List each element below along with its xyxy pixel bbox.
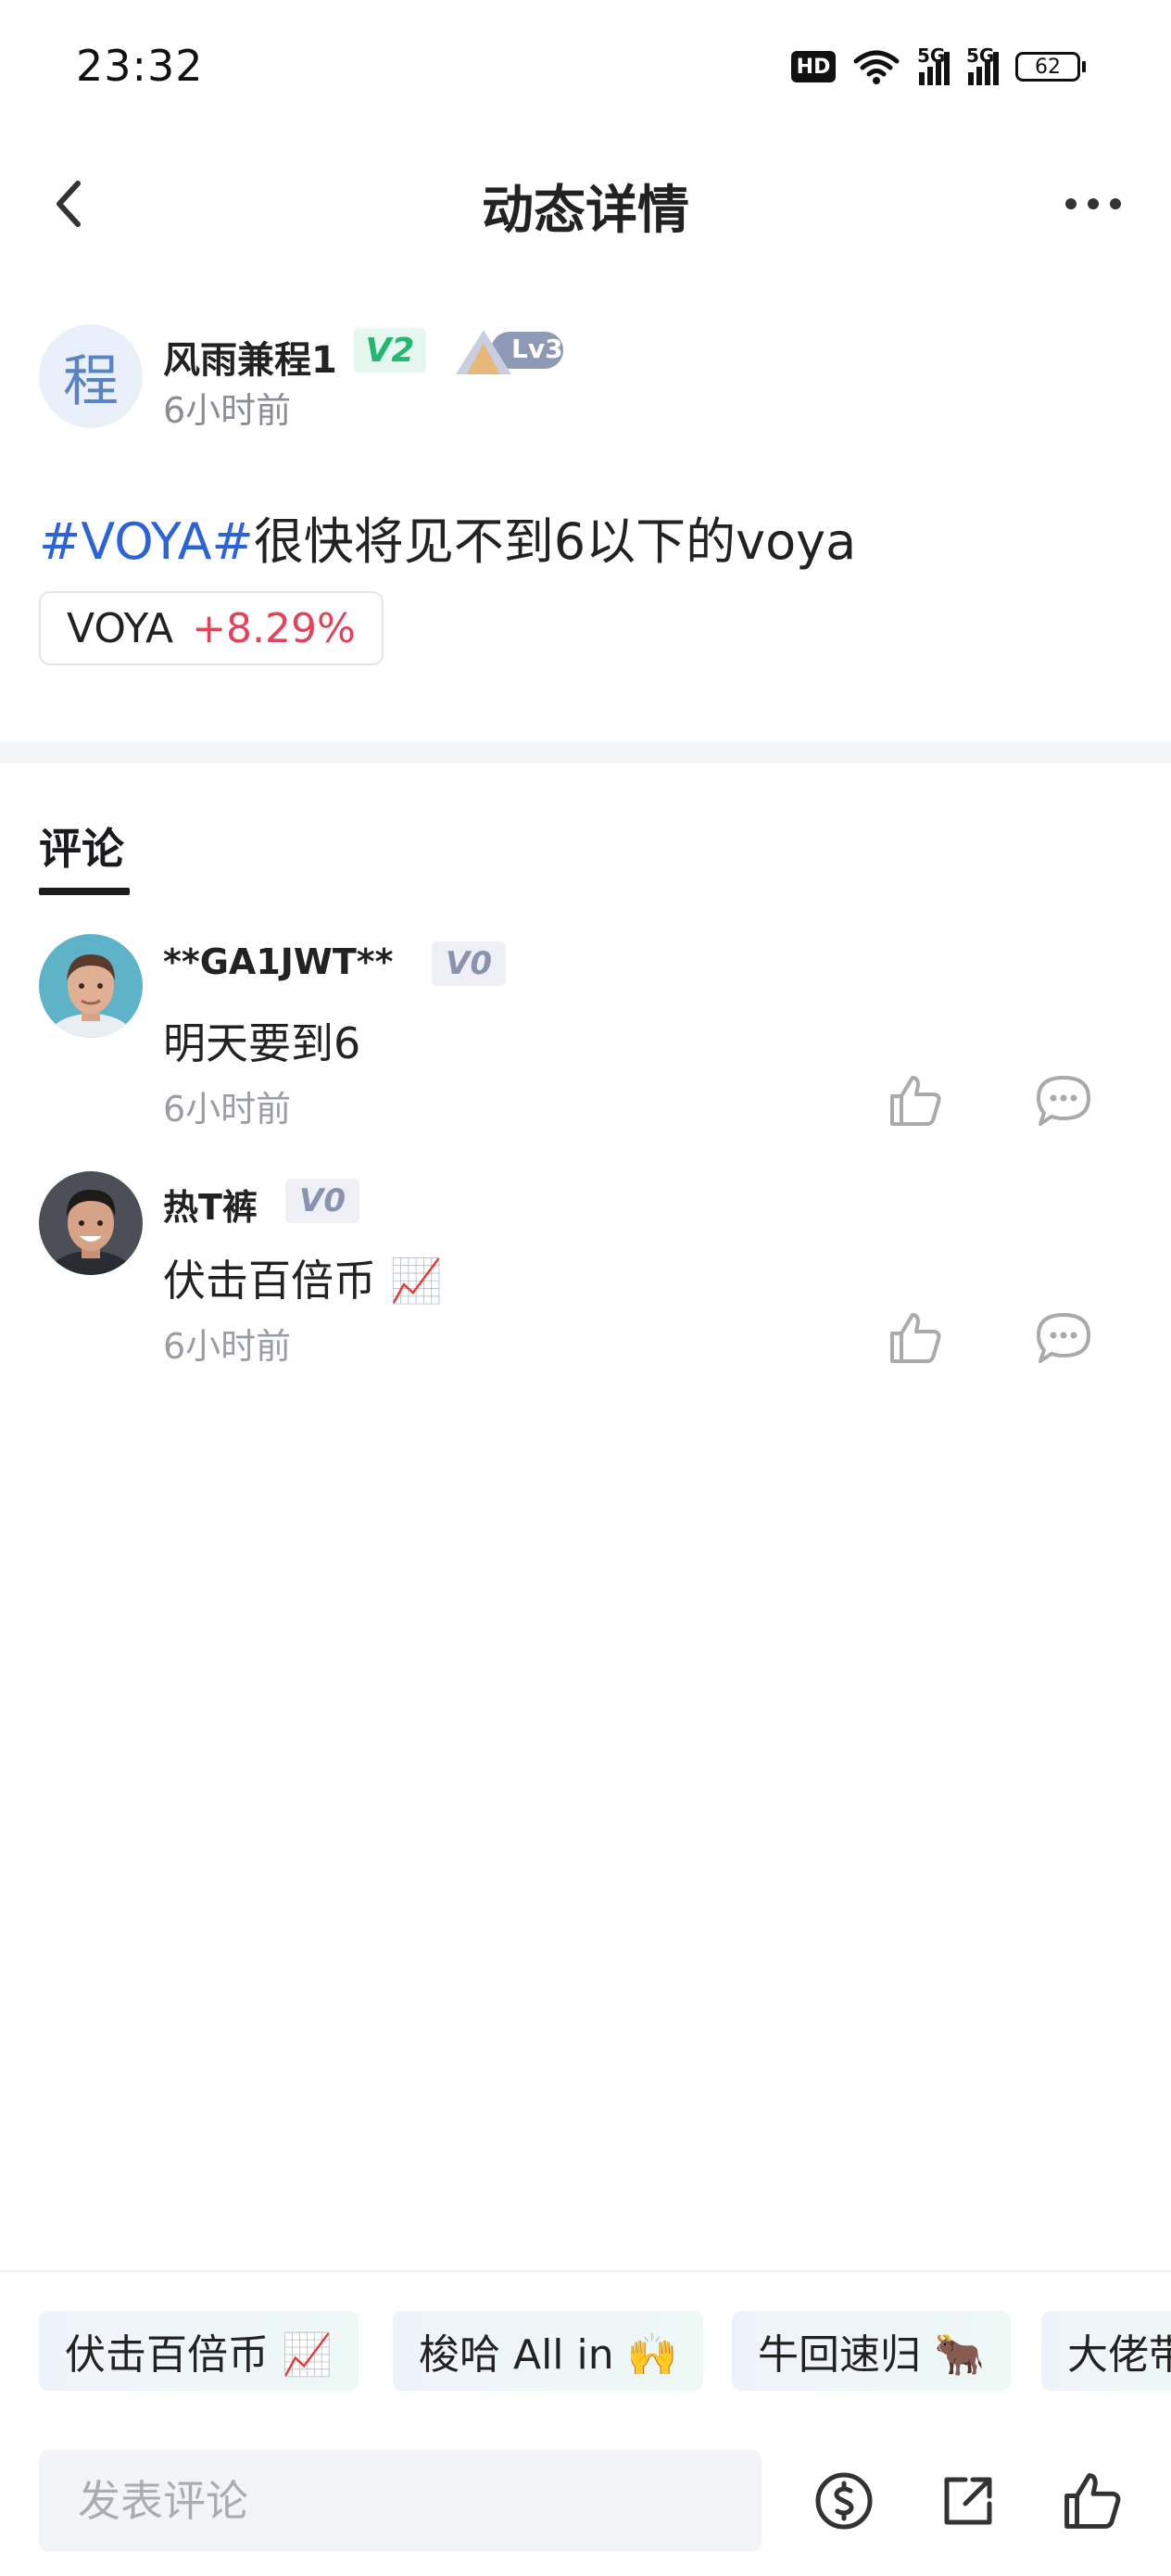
network-label-1: 5G: [917, 44, 946, 67]
tip-button[interactable]: [802, 2459, 886, 2543]
signal-1-icon: 5G: [917, 44, 950, 85]
hd-label: HD: [796, 55, 831, 79]
vip-badge: V2: [354, 328, 426, 373]
tab-comments[interactable]: 评论: [39, 815, 124, 877]
section-divider: [0, 741, 1171, 764]
post-content: #VOYA#很快将见不到6以下的voya: [39, 500, 856, 574]
network-label-2: 5G: [966, 44, 995, 67]
battery-icon: 62: [1015, 52, 1086, 82]
comment-reply-button[interactable]: [1026, 1064, 1101, 1138]
comment-text: 伏击百倍币 📈: [163, 1256, 443, 1306]
comment-like-button[interactable]: [878, 1064, 952, 1138]
quick-reply-chip[interactable]: 梭哈 All in 🙌: [393, 2311, 704, 2391]
chat-bubble-icon: [1037, 1076, 1090, 1126]
like-button[interactable]: [1051, 2459, 1134, 2543]
comment-author-name[interactable]: 热T裤: [163, 1179, 258, 1230]
stock-symbol: VOYA: [67, 604, 174, 652]
comment-reply-button[interactable]: [1026, 1301, 1101, 1375]
author-name[interactable]: 风雨兼程1: [163, 330, 337, 384]
wifi-icon: [853, 50, 900, 84]
comment-time: 6小时前: [163, 1089, 292, 1130]
more-button[interactable]: [1056, 176, 1130, 232]
hd-icon: HD: [791, 51, 836, 82]
status-icons: HD 5G 5G 62: [791, 44, 1086, 85]
post-time: 6小时前: [163, 390, 292, 431]
comment-avatar[interactable]: [39, 1171, 143, 1275]
share-icon: [944, 2477, 992, 2525]
comment-avatar[interactable]: [39, 934, 143, 1038]
quick-reply-chip[interactable]: 牛回速归 🐂: [732, 2311, 1011, 2391]
battery-level: 62: [1035, 55, 1061, 79]
thumbs-up-icon: [890, 1076, 941, 1126]
like-icon: [1064, 2473, 1121, 2529]
tip-coin-icon: [815, 2472, 873, 2530]
stock-chip[interactable]: VOYA +8.29%: [39, 591, 384, 665]
level-badge: Lv3: [454, 326, 565, 382]
level-badge-label: Lv3: [511, 334, 563, 364]
comment-input[interactable]: [39, 2450, 762, 2552]
comment-author-name[interactable]: **GA1JWT**: [163, 941, 394, 982]
stock-change: +8.29%: [192, 604, 356, 652]
chat-bubble-icon: [1037, 1313, 1090, 1363]
signal-2-icon: 5G: [966, 44, 999, 85]
thumbs-up-icon: [890, 1313, 941, 1363]
author-avatar[interactable]: 程: [39, 324, 143, 428]
quick-reply-divider: [0, 2270, 1171, 2272]
more-horizontal-icon: [1065, 198, 1121, 209]
quick-reply-chip[interactable]: 伏击百倍币 📈: [39, 2311, 359, 2391]
comment-like-button[interactable]: [878, 1301, 952, 1375]
tab-underline: [39, 888, 130, 895]
comment-text: 明天要到6: [163, 1018, 361, 1068]
comment-vip-badge: V0: [432, 941, 506, 986]
page-title: 动态详情: [482, 181, 689, 241]
author-avatar-char: 程: [63, 348, 119, 414]
comment-vip-badge: V0: [285, 1179, 359, 1223]
post-body-text: 很快将见不到6以下的voya: [253, 512, 857, 571]
quick-reply-chip[interactable]: 大佬带带我: [1041, 2311, 1171, 2391]
status-time: 23:32: [76, 41, 204, 91]
share-button[interactable]: [926, 2459, 1010, 2543]
comment-time: 6小时前: [163, 1326, 292, 1367]
post-hashtag[interactable]: #VOYA#: [39, 512, 254, 571]
